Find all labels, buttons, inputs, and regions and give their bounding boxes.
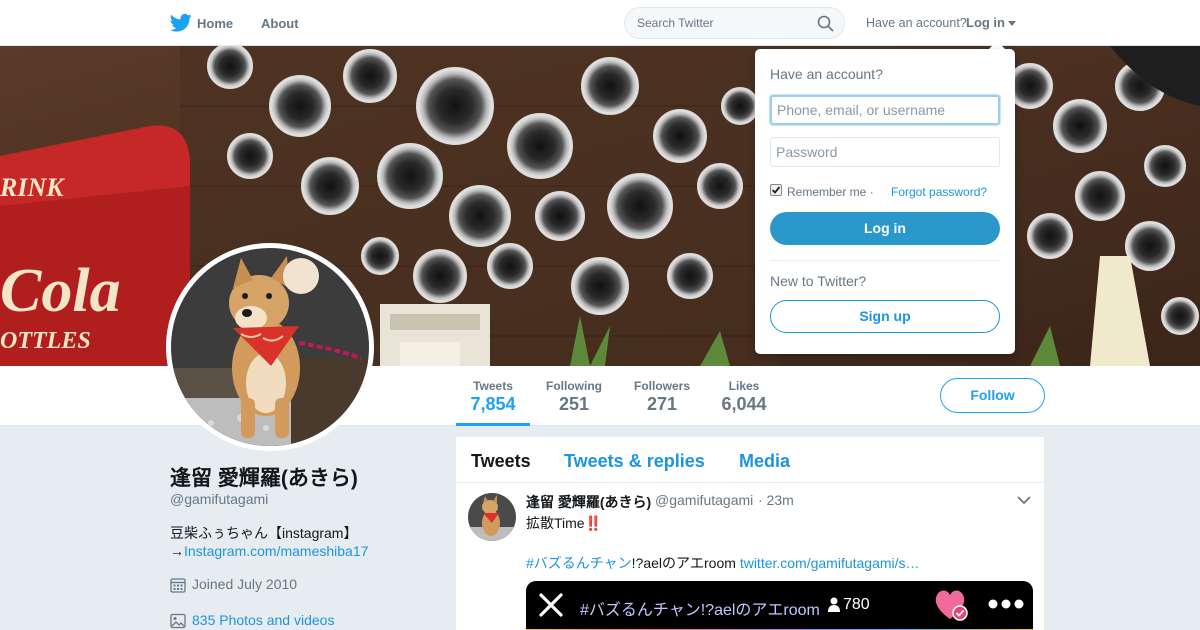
tweet-author-handle[interactable]: @gamifutagami [655, 492, 753, 508]
tweet-author-name[interactable]: 逢留 愛輝羅(あきら) [526, 492, 651, 512]
stat-tweets[interactable]: Tweets 7,854 [456, 366, 530, 426]
stat-label: Followers [633, 379, 690, 393]
tab-tweets-and-replies[interactable]: Tweets & replies [564, 451, 705, 472]
stat-label: Likes [728, 379, 760, 393]
tweet-url-link[interactable]: twitter.com/gamifutagami/s… [740, 555, 920, 571]
stat-label: Following [546, 379, 602, 393]
stat-following[interactable]: Following 251 [540, 366, 608, 426]
tab-media[interactable]: Media [739, 451, 790, 472]
person-icon [828, 597, 840, 612]
twitter-bird-icon[interactable] [170, 13, 192, 33]
username-input[interactable] [770, 95, 1000, 125]
search-box[interactable]: Search Twitter [624, 7, 845, 39]
bio-arrow: → [170, 543, 184, 559]
image-icon [170, 613, 186, 629]
tweet-text: !?aelのアエroom [631, 555, 736, 571]
stat-label: Tweets [473, 379, 513, 393]
profile-bio-link-line: →Instagram.com/mameshiba17 [170, 543, 368, 559]
stat-value: 251 [558, 394, 590, 414]
remember-me-label[interactable]: Remember me · [787, 185, 874, 199]
joined-text: Joined July 2010 [192, 576, 298, 592]
tab-tweets[interactable]: Tweets [471, 451, 531, 472]
svg-text:OTTLES: OTTLES [0, 328, 91, 354]
dropdown-caret [989, 41, 1005, 49]
login-link[interactable]: Log in [966, 15, 1005, 30]
login-dropdown: Have an account? Remember me · Forgot pa… [755, 49, 1015, 354]
search-icon[interactable] [817, 15, 834, 32]
search-input[interactable]: Search Twitter [637, 16, 713, 30]
avatar-image [171, 248, 369, 446]
login-dropdown-title: Have an account? [770, 66, 883, 82]
signup-button[interactable]: Sign up [770, 300, 1000, 333]
double-exclamation-emoji: ‼️ [584, 515, 603, 531]
bio-link[interactable]: Instagram.com/mameshiba17 [184, 543, 368, 559]
stat-likes[interactable]: Likes 6,044 [714, 366, 774, 426]
tweet-hashtag-link[interactable]: #バズるんチャン [526, 555, 632, 571]
chevron-down-icon[interactable] [1017, 496, 1031, 505]
have-account-label: Have an account? [866, 16, 967, 30]
tweet-timestamp[interactable]: · 23m [758, 492, 794, 508]
password-input[interactable] [770, 137, 1000, 167]
stat-followers[interactable]: Followers 271 [628, 366, 696, 426]
heart-icon [935, 590, 968, 621]
calendar-icon [170, 578, 186, 593]
tweet-media[interactable]: #バズるんチャン!?aelのアエroom 780 [526, 581, 1033, 630]
divider [770, 260, 1000, 261]
remember-me-checkbox[interactable] [770, 184, 782, 196]
top-nav: Home About Search Twitter Have an accoun… [0, 0, 1200, 46]
chevron-down-icon[interactable] [1008, 21, 1016, 26]
timeline: Tweets Tweets & replies Media 逢留 愛輝羅(あきら… [456, 437, 1044, 630]
media-viewer-count: 780 [843, 596, 870, 613]
checkmark-icon [771, 186, 781, 194]
tweet-text: 拡散Time [526, 515, 585, 531]
profile-bio: 豆柴ふぅちゃん【instagram】 [170, 525, 358, 541]
more-icon [988, 599, 1024, 609]
nav-home-link[interactable]: Home [197, 16, 233, 31]
media-hashtag: #バズるんチャン!?aelのアエroom [580, 602, 820, 619]
stat-value: 271 [646, 394, 678, 414]
timeline-tabs: Tweets Tweets & replies Media [456, 437, 1044, 483]
nav-about-link[interactable]: About [261, 16, 299, 31]
stat-value: 6,044 [721, 394, 767, 414]
tweet-avatar[interactable] [468, 493, 516, 541]
svg-text:RINK: RINK [0, 173, 65, 202]
tweet-text-line: #バズるんチャン!?aelのアエroom twitter.com/gamifut… [526, 553, 920, 573]
tweet-avatar-image [468, 493, 516, 541]
login-button[interactable]: Log in [770, 212, 1000, 245]
forgot-password-link[interactable]: Forgot password? [891, 185, 987, 199]
profile-handle[interactable]: @gamifutagami [170, 491, 268, 507]
avatar[interactable] [166, 243, 374, 451]
tweet-text-line: 拡散Time‼️ [526, 513, 602, 533]
profile-name[interactable]: 逢留 愛輝羅(あきら) [170, 462, 358, 492]
svg-text:Cola: Cola [0, 257, 121, 325]
photos-text[interactable]: 835 Photos and videos [192, 612, 334, 628]
new-to-twitter-label: New to Twitter? [770, 273, 867, 289]
stat-value: 7,854 [470, 394, 516, 414]
close-icon [539, 593, 563, 617]
follow-button[interactable]: Follow [940, 378, 1045, 413]
